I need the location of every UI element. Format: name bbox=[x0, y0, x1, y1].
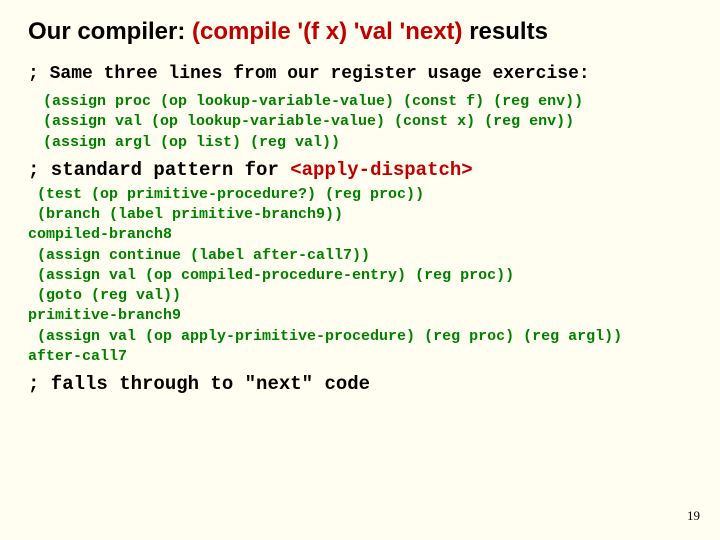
title-post: results bbox=[463, 18, 548, 45]
falls-through-comment: ; falls through to "next" code bbox=[28, 373, 692, 395]
title-pre: Our compiler: bbox=[28, 18, 192, 45]
comment1-pre: ; standard pattern for bbox=[28, 159, 290, 181]
title-code: (compile '(f x) 'val 'next) bbox=[192, 18, 463, 45]
slide-title: Our compiler: (compile '(f x) 'val 'next… bbox=[28, 18, 692, 46]
code-block-2: (test (op primitive-procedure?) (reg pro… bbox=[28, 185, 692, 367]
intro-comment: ; Same three lines from our register usa… bbox=[28, 64, 692, 84]
comment1-red: <apply-dispatch> bbox=[290, 159, 472, 181]
code-block-1: (assign proc (op lookup-variable-value) … bbox=[34, 92, 692, 153]
slide-body: Our compiler: (compile '(f x) 'val 'next… bbox=[0, 0, 720, 395]
page-number: 19 bbox=[687, 508, 700, 524]
apply-dispatch-comment: ; standard pattern for <apply-dispatch> bbox=[28, 159, 692, 181]
